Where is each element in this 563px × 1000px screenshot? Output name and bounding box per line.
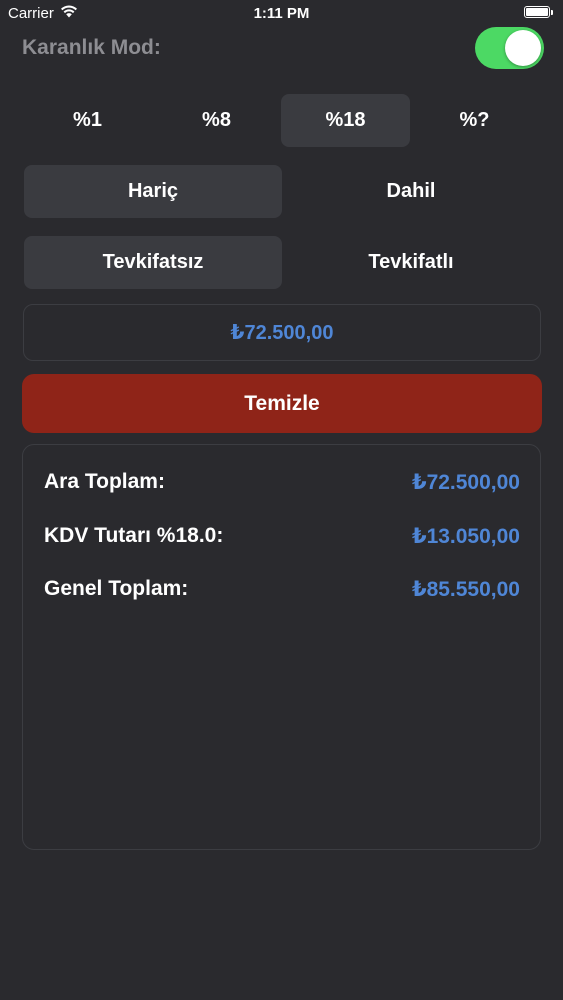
rate-option-8[interactable]: %8 [152, 94, 281, 147]
status-time: 1:11 PM [253, 5, 310, 22]
subtotal-label: Ara Toplam: [44, 470, 165, 493]
exclusive-option[interactable]: Hariç [24, 165, 282, 218]
vat-amount-label: KDV Tutarı %18.0: [44, 524, 224, 547]
battery-icon [524, 6, 553, 18]
clear-button[interactable]: Temizle [22, 374, 542, 433]
withholding-option[interactable]: Tevkifatlı [282, 236, 540, 289]
subtotal-row: Ara Toplam: ₺72.500,00 [44, 470, 520, 495]
withholding-selector: Tevkifatsız Tevkifatlı [24, 236, 540, 289]
vat-rate-selector: %1 %8 %18 %? [23, 94, 539, 147]
results-panel: Ara Toplam: ₺72.500,00 KDV Tutarı %18.0:… [22, 444, 541, 850]
subtotal-value: ₺72.500,00 [411, 471, 520, 494]
no-withholding-option[interactable]: Tevkifatsız [24, 236, 282, 289]
grand-total-label: Genel Toplam: [44, 577, 189, 600]
vat-amount-value: ₺13.050,00 [411, 525, 520, 548]
rate-option-custom[interactable]: %? [410, 94, 539, 147]
status-bar: Carrier 1:11 PM [0, 0, 563, 30]
dark-mode-toggle[interactable] [475, 27, 544, 69]
inclusive-option[interactable]: Dahil [282, 165, 540, 218]
dark-mode-label: Karanlık Mod: [22, 36, 161, 59]
rate-option-1[interactable]: %1 [23, 94, 152, 147]
grand-total-row: Genel Toplam: ₺85.550,00 [44, 577, 520, 602]
vat-amount-row: KDV Tutarı %18.0: ₺13.050,00 [44, 524, 520, 549]
grand-total-value: ₺85.550,00 [411, 578, 520, 601]
rate-option-18[interactable]: %18 [281, 94, 410, 147]
amount-input[interactable]: ₺72.500,00 [23, 304, 541, 361]
toggle-knob [505, 30, 541, 66]
vat-inclusion-selector: Hariç Dahil [24, 165, 540, 218]
